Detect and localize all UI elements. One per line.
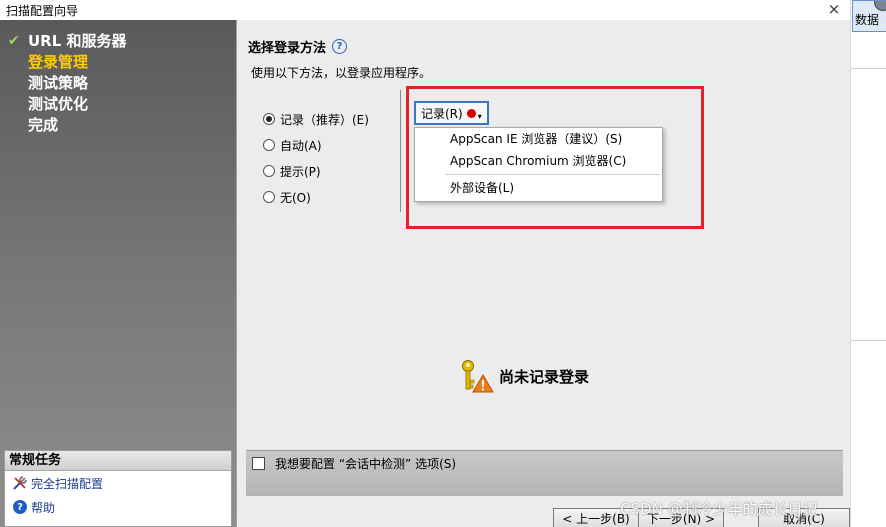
radio-button-selected[interactable] [263,113,275,125]
main-panel: 选择登录方法 ? 使用以下方法，以登录应用程序。 记录（推荐）(E) 自动(A)… [236,20,850,527]
description-text: 使用以下方法，以登录应用程序。 [251,66,432,80]
step-url-server: ✔ URL 和服务器 [8,30,127,51]
title-bar: 扫描配置向导 × [0,0,850,20]
section-title-text: 选择登录方法 [248,41,327,56]
radio-button[interactable] [263,165,275,177]
radio-none[interactable]: 无(O) [263,184,369,210]
radio-record[interactable]: 记录（推荐）(E) [263,106,369,132]
radio-prompt[interactable]: 提示(P) [263,158,369,184]
checkbox-label: 我想要配置 “会话中检测” 选项(S) [275,457,457,471]
step-complete: 完成 [8,114,127,135]
close-icon[interactable]: × [824,0,844,20]
vertical-divider [400,90,401,212]
wizard-sidebar: ✔ URL 和服务器 登录管理 测试策略 测试优化 完成 常规任务 完全扫描配置… [0,20,236,527]
task-full-scan-config[interactable]: 完全扫描配置 [5,471,231,495]
help-question-icon[interactable]: ? [332,39,348,54]
radio-label: 提示(P) [280,164,321,179]
key-warning-icon [459,359,495,393]
radio-button[interactable] [263,139,275,151]
task-label: 帮助 [31,500,56,515]
step-label: 完成 [28,116,59,134]
step-label: URL 和服务器 [28,32,127,50]
login-method-radio-group: 记录（推荐）(E) 自动(A) 提示(P) 无(O) [263,106,369,210]
wizard-steps: ✔ URL 和服务器 登录管理 测试策略 测试优化 完成 [8,30,127,135]
step-test-optimization: 测试优化 [8,93,127,114]
status-text: 尚未记录登录 [499,367,590,386]
divider [851,340,886,341]
step-label: 登录管理 [28,53,89,71]
check-icon: ✔ [8,32,20,49]
radio-auto[interactable]: 自动(A) [263,132,369,158]
radio-label: 无(O) [280,190,311,205]
tools-icon [11,475,29,491]
watermark: CSDN @制冷少年的成长日记 [620,500,818,518]
background-toolbar-button[interactable]: 数据 [852,0,886,32]
background-window: 数据 [850,0,886,527]
common-tasks-panel: 常规任务 完全扫描配置 ? 帮助 [4,450,232,527]
radio-label: 自动(A) [280,138,322,153]
step-test-policy: 测试策略 [8,72,127,93]
annotation-highlight-box [406,86,704,229]
session-detection-checkbox[interactable] [252,457,265,470]
radio-label: 记录（推荐）(E) [280,112,369,127]
divider [851,68,886,69]
radio-button[interactable] [263,191,275,203]
login-status: 尚未记录登录 [459,359,589,393]
help-icon: ? [11,499,29,515]
task-help[interactable]: ? 帮助 [5,495,231,519]
step-label: 测试策略 [28,74,89,92]
window-title: 扫描配置向导 [6,3,79,18]
session-detection-checkbox-row[interactable]: 我想要配置 “会话中检测” 选项(S) [252,455,456,472]
step-login-management: 登录管理 [8,51,127,72]
task-label: 完全扫描配置 [31,476,104,491]
section-title: 选择登录方法 ? [248,37,348,56]
step-label: 测试优化 [28,95,89,113]
toolbar-knob-icon [874,1,886,11]
background-toolbar-label: 数据 [855,13,880,27]
session-option-bar: 我想要配置 “会话中检测” 选项(S) [246,450,843,496]
common-tasks-header: 常规任务 [5,451,231,471]
